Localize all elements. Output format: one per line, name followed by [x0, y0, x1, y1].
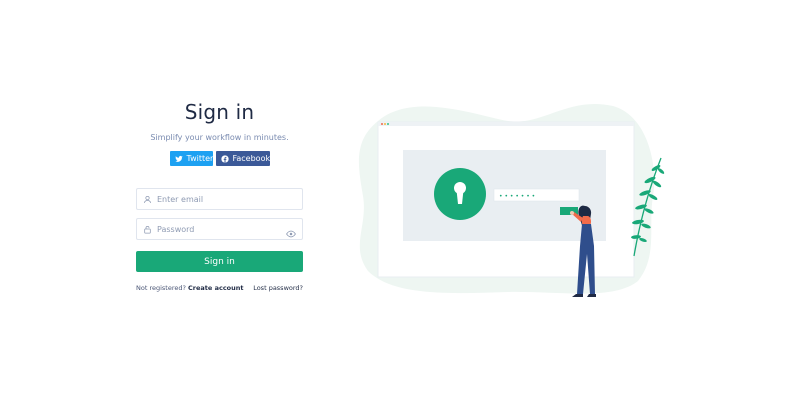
email-input[interactable] [157, 189, 296, 209]
page-subtitle: Simplify your workflow in minutes. [150, 133, 289, 142]
eye-icon[interactable] [286, 224, 296, 238]
email-field [136, 188, 303, 210]
window-dot-green [387, 123, 389, 125]
browser-toolbar [378, 122, 634, 126]
facebook-icon [220, 154, 229, 163]
social-login: Twitter Facebook [136, 151, 303, 166]
page-title: Sign in [184, 100, 255, 124]
signin-panel: Sign in Simplify your workflow in minute… [136, 100, 303, 292]
facebook-login-button[interactable]: Facebook [215, 151, 271, 166]
not-registered-text: Not registered? [136, 284, 186, 292]
password-input[interactable] [157, 219, 281, 239]
signin-button[interactable]: Sign in [136, 251, 303, 272]
register-prompt: Not registered? Create account [136, 284, 244, 292]
twitter-login-button[interactable]: Twitter [169, 151, 214, 166]
create-account-link[interactable]: Create account [188, 284, 243, 292]
footer-links: Not registered? Create account Lost pass… [136, 284, 303, 292]
lost-password-link[interactable]: Lost password? [253, 284, 303, 292]
window-dot-yellow [384, 123, 386, 125]
signin-illustration: • • • • • • • [358, 103, 665, 297]
window-dot-red [381, 123, 383, 125]
lock-icon [143, 225, 152, 234]
twitter-label: Twitter [186, 154, 214, 163]
user-icon [143, 195, 152, 204]
facebook-label: Facebook [232, 154, 271, 163]
password-field [136, 218, 303, 240]
illustration-password-mask: • • • • • • • [499, 193, 535, 200]
twitter-icon [174, 155, 183, 162]
